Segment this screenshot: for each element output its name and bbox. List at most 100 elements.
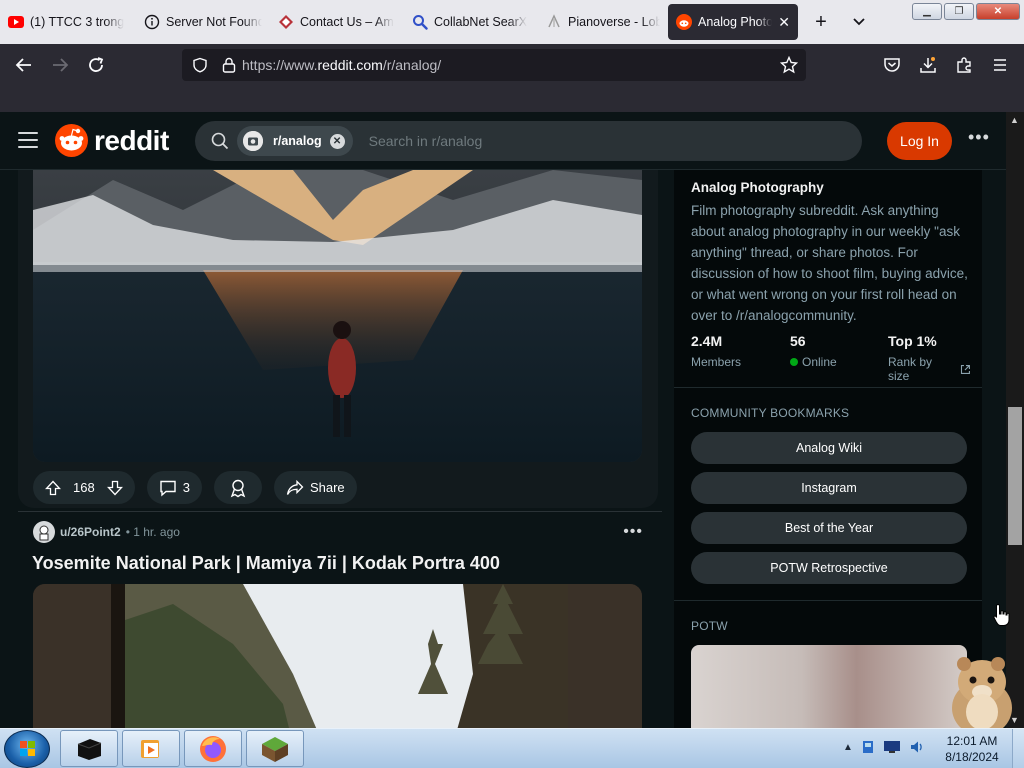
- downloads-button[interactable]: [910, 49, 946, 81]
- subreddit-filter-chip[interactable]: r/analog ✕: [237, 126, 353, 156]
- start-button[interactable]: [4, 730, 50, 768]
- browser-tab-collabnet[interactable]: CollabNet SearX: [404, 0, 538, 44]
- online-count: 56: [790, 333, 806, 349]
- reddit-menu-icon[interactable]: [18, 132, 38, 148]
- browser-tab-youtube[interactable]: (1) TTCC 3 trong: [0, 0, 136, 44]
- reddit-wordmark: reddit: [94, 124, 169, 156]
- login-button[interactable]: Log In: [887, 122, 952, 160]
- share-icon: [286, 479, 304, 495]
- search-icon: [211, 132, 229, 150]
- monitor-icon[interactable]: [883, 740, 901, 754]
- pianoverse-icon: [546, 14, 562, 30]
- bookmark-star-icon[interactable]: [780, 56, 798, 74]
- volume-icon[interactable]: [909, 739, 925, 755]
- rank-value: Top 1%: [888, 333, 937, 349]
- stat-rank[interactable]: Top 1% Rank by size: [888, 333, 971, 383]
- potw-image[interactable]: [691, 645, 967, 728]
- share-button[interactable]: Share: [273, 471, 357, 504]
- minimize-button[interactable]: ▁: [912, 3, 942, 20]
- bookmark-analog-wiki[interactable]: Analog Wiki: [691, 432, 967, 464]
- page-scrollbar[interactable]: ▲ ▼: [1006, 112, 1024, 728]
- lock-icon[interactable]: [222, 57, 236, 73]
- scroll-up-icon[interactable]: ▲: [1010, 115, 1019, 125]
- tab-title: Pianoverse - Lob: [568, 15, 660, 29]
- youtube-icon: [8, 14, 24, 30]
- community-stats: 2.4M Members 56 Online Top 1% Rank by si…: [691, 333, 971, 383]
- post-feed: 168 3 Share u/26Point2 • 1 hr. ago ••• Y…: [0, 170, 674, 728]
- bookmark-best-of-year[interactable]: Best of the Year: [691, 512, 967, 544]
- post-time: • 1 hr. ago: [125, 525, 180, 539]
- vote-count: 168: [73, 480, 95, 495]
- site-icon: [278, 14, 294, 30]
- taskbar-app-firefox[interactable]: [184, 730, 242, 767]
- network-device-icon[interactable]: [861, 739, 875, 755]
- search-bar[interactable]: r/analog ✕ Search in r/analog: [195, 121, 862, 161]
- app-menu-button[interactable]: [982, 49, 1018, 81]
- toolbar-right: [874, 49, 1018, 81]
- media-player-icon: [141, 739, 159, 758]
- browser-tab-analog-photography[interactable]: Analog Photo ✕: [668, 4, 798, 40]
- browser-nav-bar: https://www.reddit.com/r/analog/: [0, 44, 1024, 86]
- system-clock[interactable]: 12:01 AM 8/18/2024: [936, 733, 1008, 765]
- award-button[interactable]: [213, 471, 262, 504]
- forward-button[interactable]: [42, 49, 78, 81]
- window-close-button[interactable]: ✕: [976, 3, 1020, 20]
- bookmark-potw-retrospective[interactable]: POTW Retrospective: [691, 552, 967, 584]
- clock-date: 8/18/2024: [945, 750, 999, 764]
- more-options-icon[interactable]: •••: [968, 128, 990, 146]
- post-author[interactable]: u/26Point2: [60, 525, 121, 539]
- tab-title: CollabNet SearX: [434, 15, 528, 29]
- external-link-icon: [961, 364, 971, 374]
- taskbar-app-terminal[interactable]: [60, 730, 118, 767]
- show-desktop-button[interactable]: [1012, 729, 1024, 768]
- online-status-icon: [790, 358, 798, 366]
- chevron-down-icon: [853, 18, 865, 26]
- maximize-button[interactable]: ❐: [944, 3, 974, 20]
- pocket-icon: [884, 58, 900, 72]
- back-button[interactable]: [6, 49, 42, 81]
- taskbar-app-media[interactable]: [122, 730, 180, 767]
- shield-icon[interactable]: [192, 57, 208, 73]
- avatar[interactable]: [33, 521, 55, 543]
- firefox-icon: [200, 735, 226, 762]
- toolbar-spacer: [0, 86, 1024, 112]
- upvote-icon[interactable]: [45, 480, 61, 496]
- community-name: Analog Photography: [691, 180, 824, 195]
- post-image-yosemite[interactable]: [33, 584, 642, 728]
- url-bar[interactable]: https://www.reddit.com/r/analog/: [182, 49, 806, 81]
- comments-button[interactable]: 3: [146, 471, 202, 504]
- puzzle-icon: [957, 57, 971, 73]
- sidebar-divider: [674, 600, 982, 601]
- list-all-tabs-button[interactable]: [844, 14, 874, 30]
- reddit-logo[interactable]: reddit: [55, 124, 169, 157]
- reload-button[interactable]: [78, 49, 114, 81]
- bookmarks-heading: COMMUNITY BOOKMARKS: [691, 406, 850, 420]
- remove-filter-icon[interactable]: ✕: [329, 133, 345, 149]
- browser-tab-contact-us[interactable]: Contact Us – Am: [270, 0, 404, 44]
- reload-icon: [89, 57, 104, 72]
- bookmark-instagram[interactable]: Instagram: [691, 472, 967, 504]
- members-label: Members: [691, 355, 742, 369]
- subreddit-icon: [243, 131, 263, 151]
- post-options-icon[interactable]: •••: [623, 523, 643, 541]
- downvote-icon[interactable]: [106, 480, 123, 496]
- post-title[interactable]: Yosemite National Park | Mamiya 7ii | Ko…: [32, 553, 500, 574]
- stat-members: 2.4M Members: [691, 333, 741, 369]
- post-image-lake-mountains[interactable]: [33, 170, 642, 462]
- comment-icon: [160, 480, 176, 497]
- browser-tab-pianoverse[interactable]: Pianoverse - Lob: [538, 0, 668, 44]
- potw-heading: POTW: [691, 619, 728, 633]
- show-hidden-icons[interactable]: ▲: [843, 742, 853, 753]
- pocket-button[interactable]: [874, 49, 910, 81]
- comment-count: 3: [182, 480, 190, 495]
- share-label: Share: [309, 480, 345, 495]
- hand-cursor-icon: [993, 603, 1011, 632]
- close-tab-icon[interactable]: ✕: [778, 14, 790, 31]
- new-tab-button[interactable]: +: [806, 11, 836, 34]
- stat-online: 56 Online: [790, 333, 837, 369]
- browser-tab-server-not-found[interactable]: Server Not Found: [136, 0, 270, 44]
- award-icon: [230, 479, 246, 497]
- extensions-button[interactable]: [946, 49, 982, 81]
- taskbar-app-minecraft[interactable]: [246, 730, 304, 767]
- scrollbar-thumb[interactable]: [1008, 407, 1022, 545]
